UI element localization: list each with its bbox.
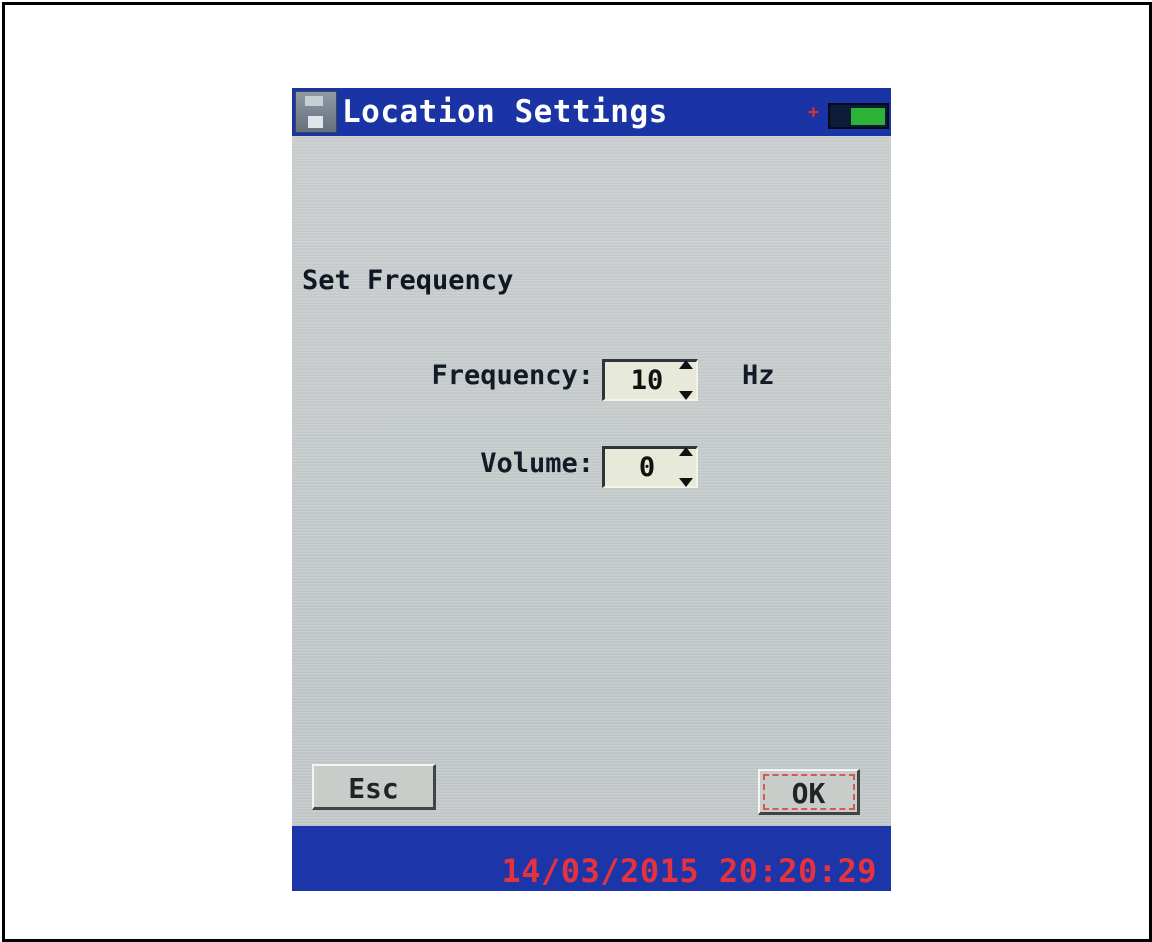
- volume-down-button[interactable]: [674, 474, 698, 492]
- section-title: Set Frequency: [302, 265, 514, 296]
- floppy-disk-icon: [295, 91, 337, 133]
- date-time: 14/03/2015 20:20:29: [501, 852, 877, 890]
- frequency-up-button[interactable]: [674, 356, 698, 374]
- window-title: Location Settings: [342, 94, 668, 130]
- status-bar: 14/03/2015 20:20:29: [292, 826, 891, 891]
- floppy-label: [308, 116, 323, 128]
- frequency-label: Frequency:: [431, 360, 594, 391]
- charge-icon: +: [808, 102, 819, 123]
- device-screen: Location Settings + Set Frequency Freque…: [292, 88, 891, 891]
- battery-level-fill: [851, 108, 885, 125]
- floppy-shutter: [305, 96, 323, 106]
- volume-spinbox[interactable]: 0: [602, 446, 698, 488]
- volume-label: Volume:: [480, 448, 594, 479]
- frequency-value[interactable]: 10: [615, 364, 679, 398]
- frequency-spinbox[interactable]: 10: [602, 359, 698, 401]
- down-arrow-icon: [679, 391, 693, 400]
- frequency-unit: Hz: [742, 360, 775, 391]
- volume-value[interactable]: 0: [615, 451, 679, 485]
- title-bar: Location Settings +: [292, 88, 891, 136]
- up-arrow-icon: [679, 360, 693, 369]
- volume-up-button[interactable]: [674, 443, 698, 461]
- down-arrow-icon: [679, 478, 693, 487]
- battery-icon: [828, 103, 889, 129]
- up-arrow-icon: [679, 447, 693, 456]
- esc-button[interactable]: Esc: [312, 764, 436, 810]
- ok-button[interactable]: OK: [758, 769, 860, 815]
- frequency-down-button[interactable]: [674, 387, 698, 405]
